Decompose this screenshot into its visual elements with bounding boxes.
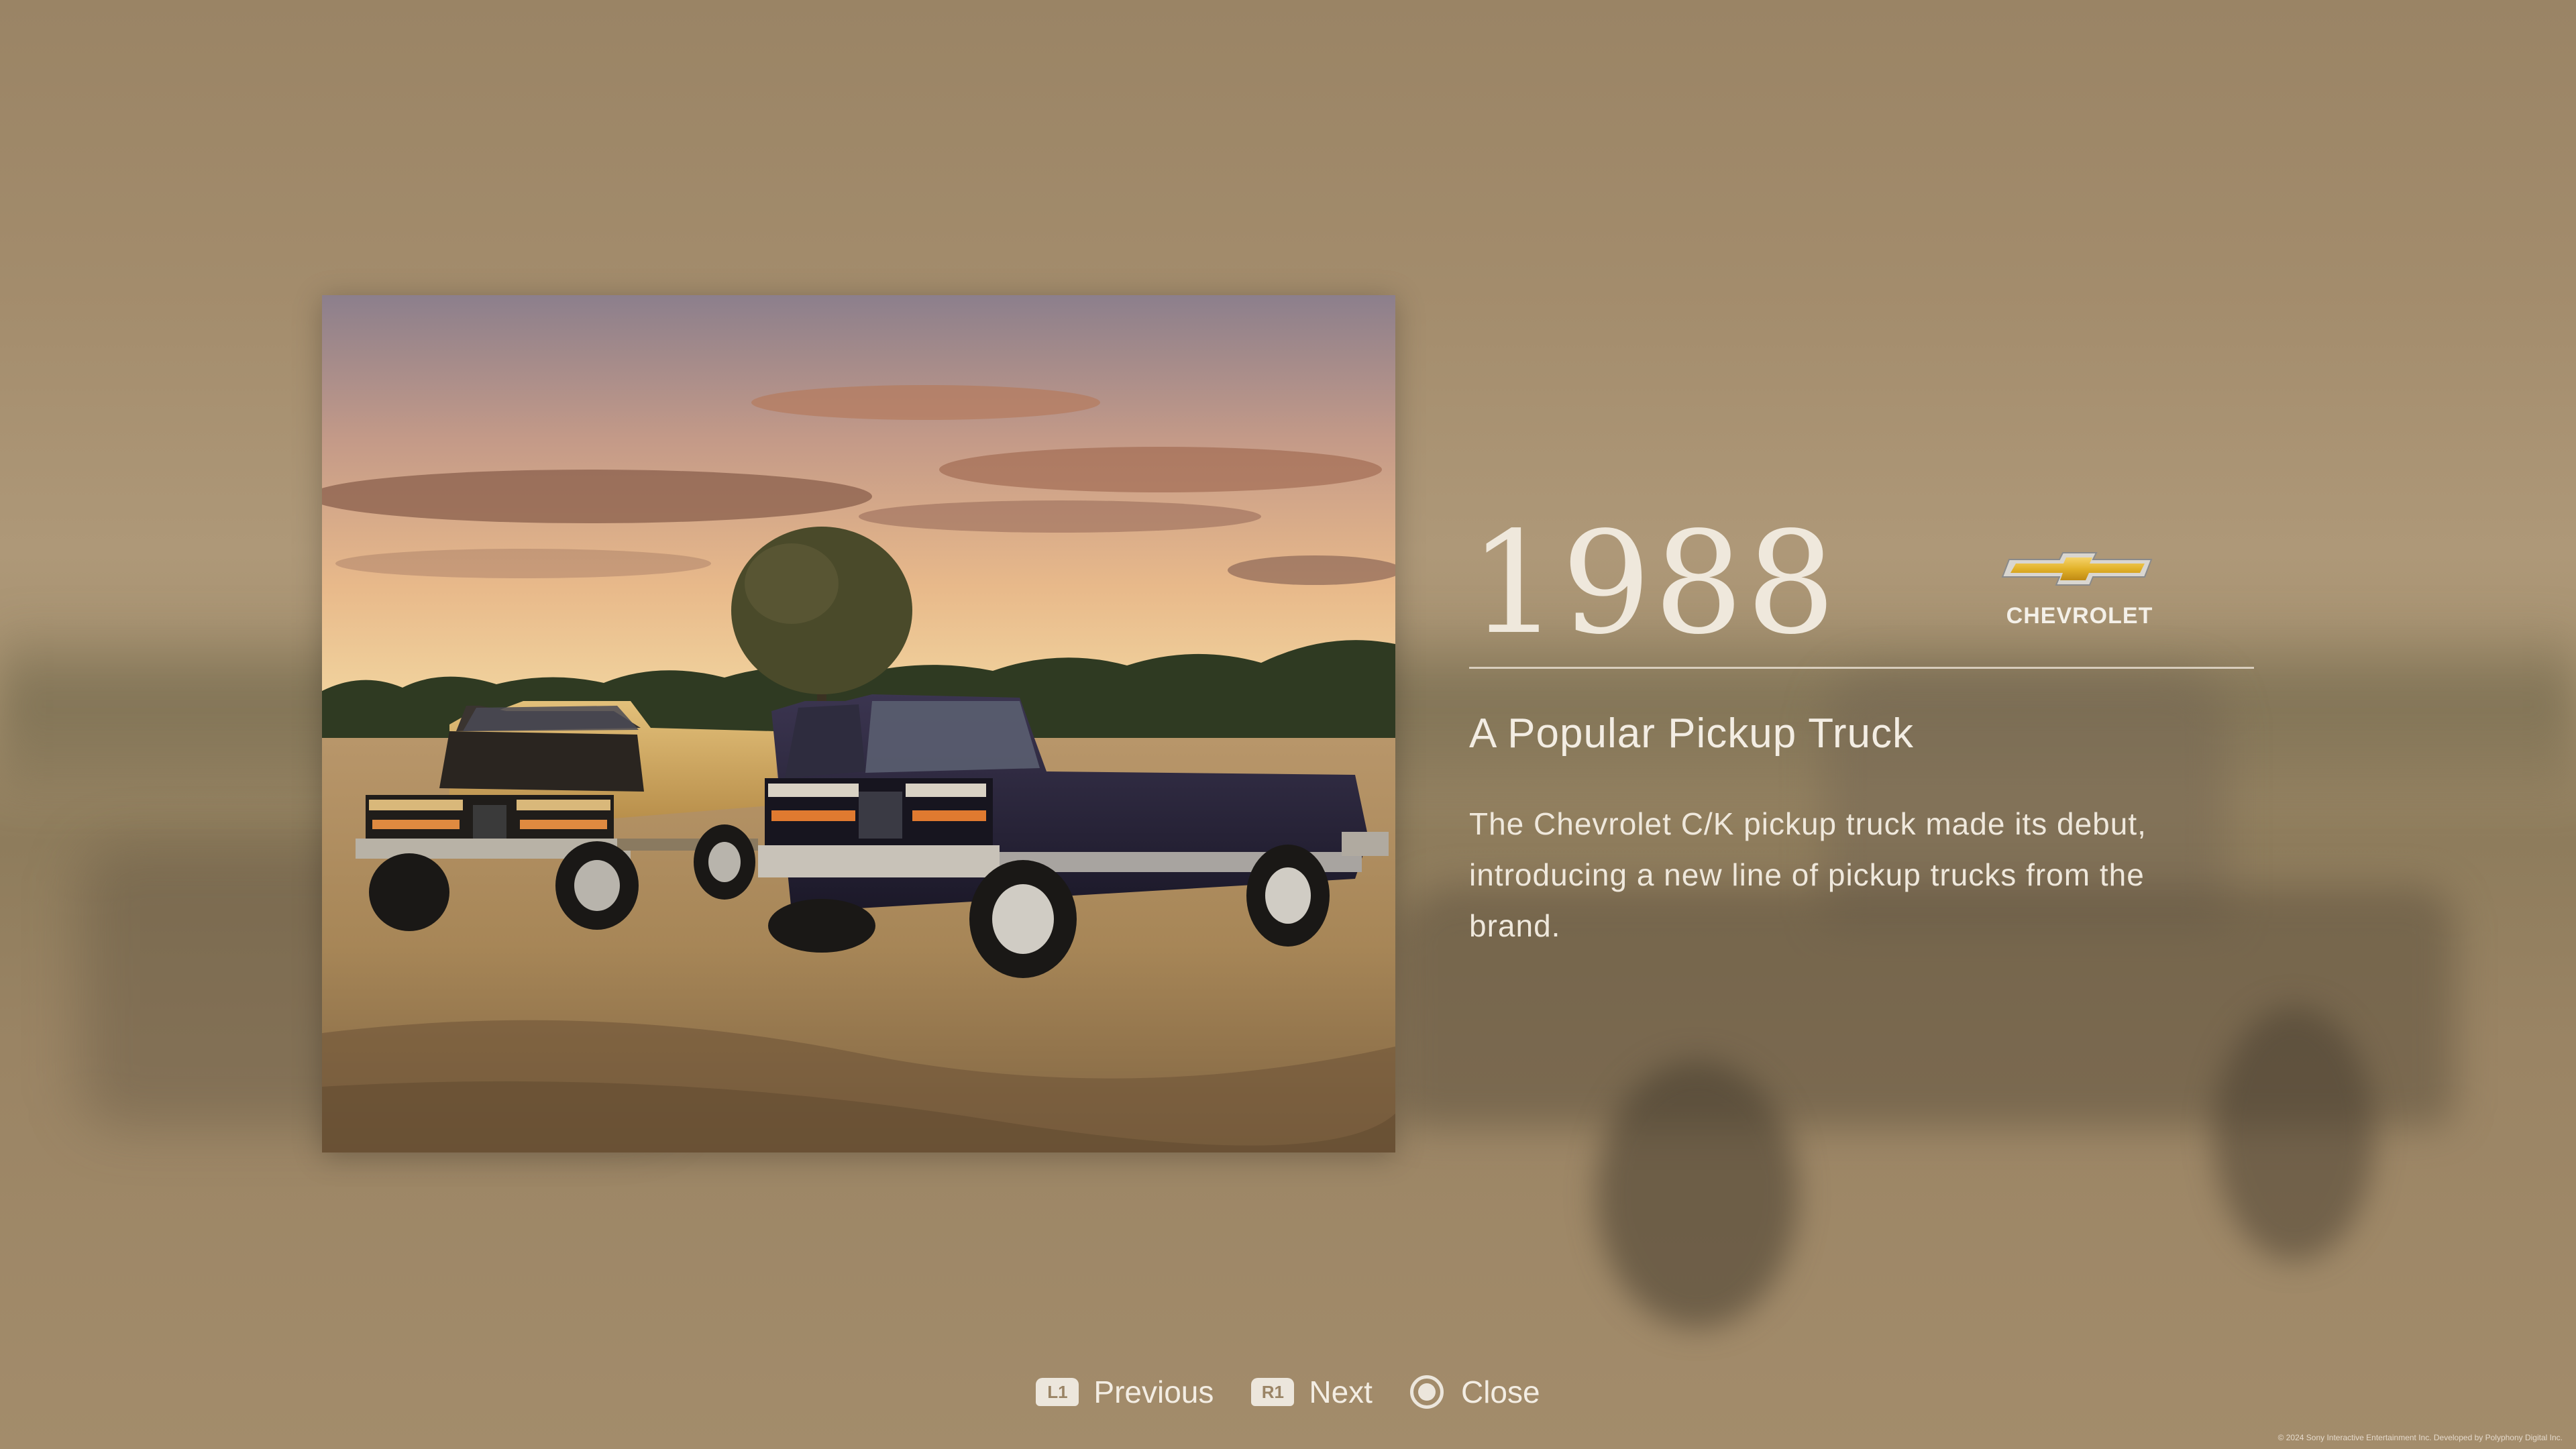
button-guide: L1 Previous R1 Next Close (0, 1368, 2576, 1415)
brand-logo: CHEVROLET (1992, 550, 2167, 629)
brand-name: CHEVROLET (2006, 603, 2153, 629)
description: The Chevrolet C/K pickup truck made its … (1469, 806, 2147, 943)
year-title: 1988 (1469, 501, 1839, 665)
truck-photo-illustration (322, 295, 1395, 1152)
background-truck-wheel (2214, 1006, 2375, 1261)
close-label: Close (1460, 1375, 1540, 1409)
circle-button-icon (1409, 1375, 1444, 1409)
previous-label: Previous (1093, 1375, 1214, 1409)
close-button[interactable]: Close (1409, 1374, 1540, 1410)
copyright-notice: © 2024 Sony Interactive Entertainment In… (2277, 1433, 2563, 1442)
next-label: Next (1309, 1375, 1373, 1409)
previous-button[interactable]: L1 Previous (1036, 1374, 1214, 1410)
scapes-info-screen: 1988 CHEVROLET A Popular Pickup Truck Th… (0, 0, 2576, 1449)
chevrolet-bowtie-icon (2001, 552, 2153, 586)
l1-button-icon: L1 (1036, 1378, 1079, 1406)
r1-button-icon: R1 (1251, 1378, 1295, 1406)
headline: A Popular Pickup Truck (1469, 710, 1914, 757)
background-truck-wheel (1597, 1060, 1798, 1328)
next-button[interactable]: R1 Next (1251, 1374, 1373, 1410)
truck-photo (322, 295, 1395, 1152)
title-divider (1469, 667, 2254, 669)
